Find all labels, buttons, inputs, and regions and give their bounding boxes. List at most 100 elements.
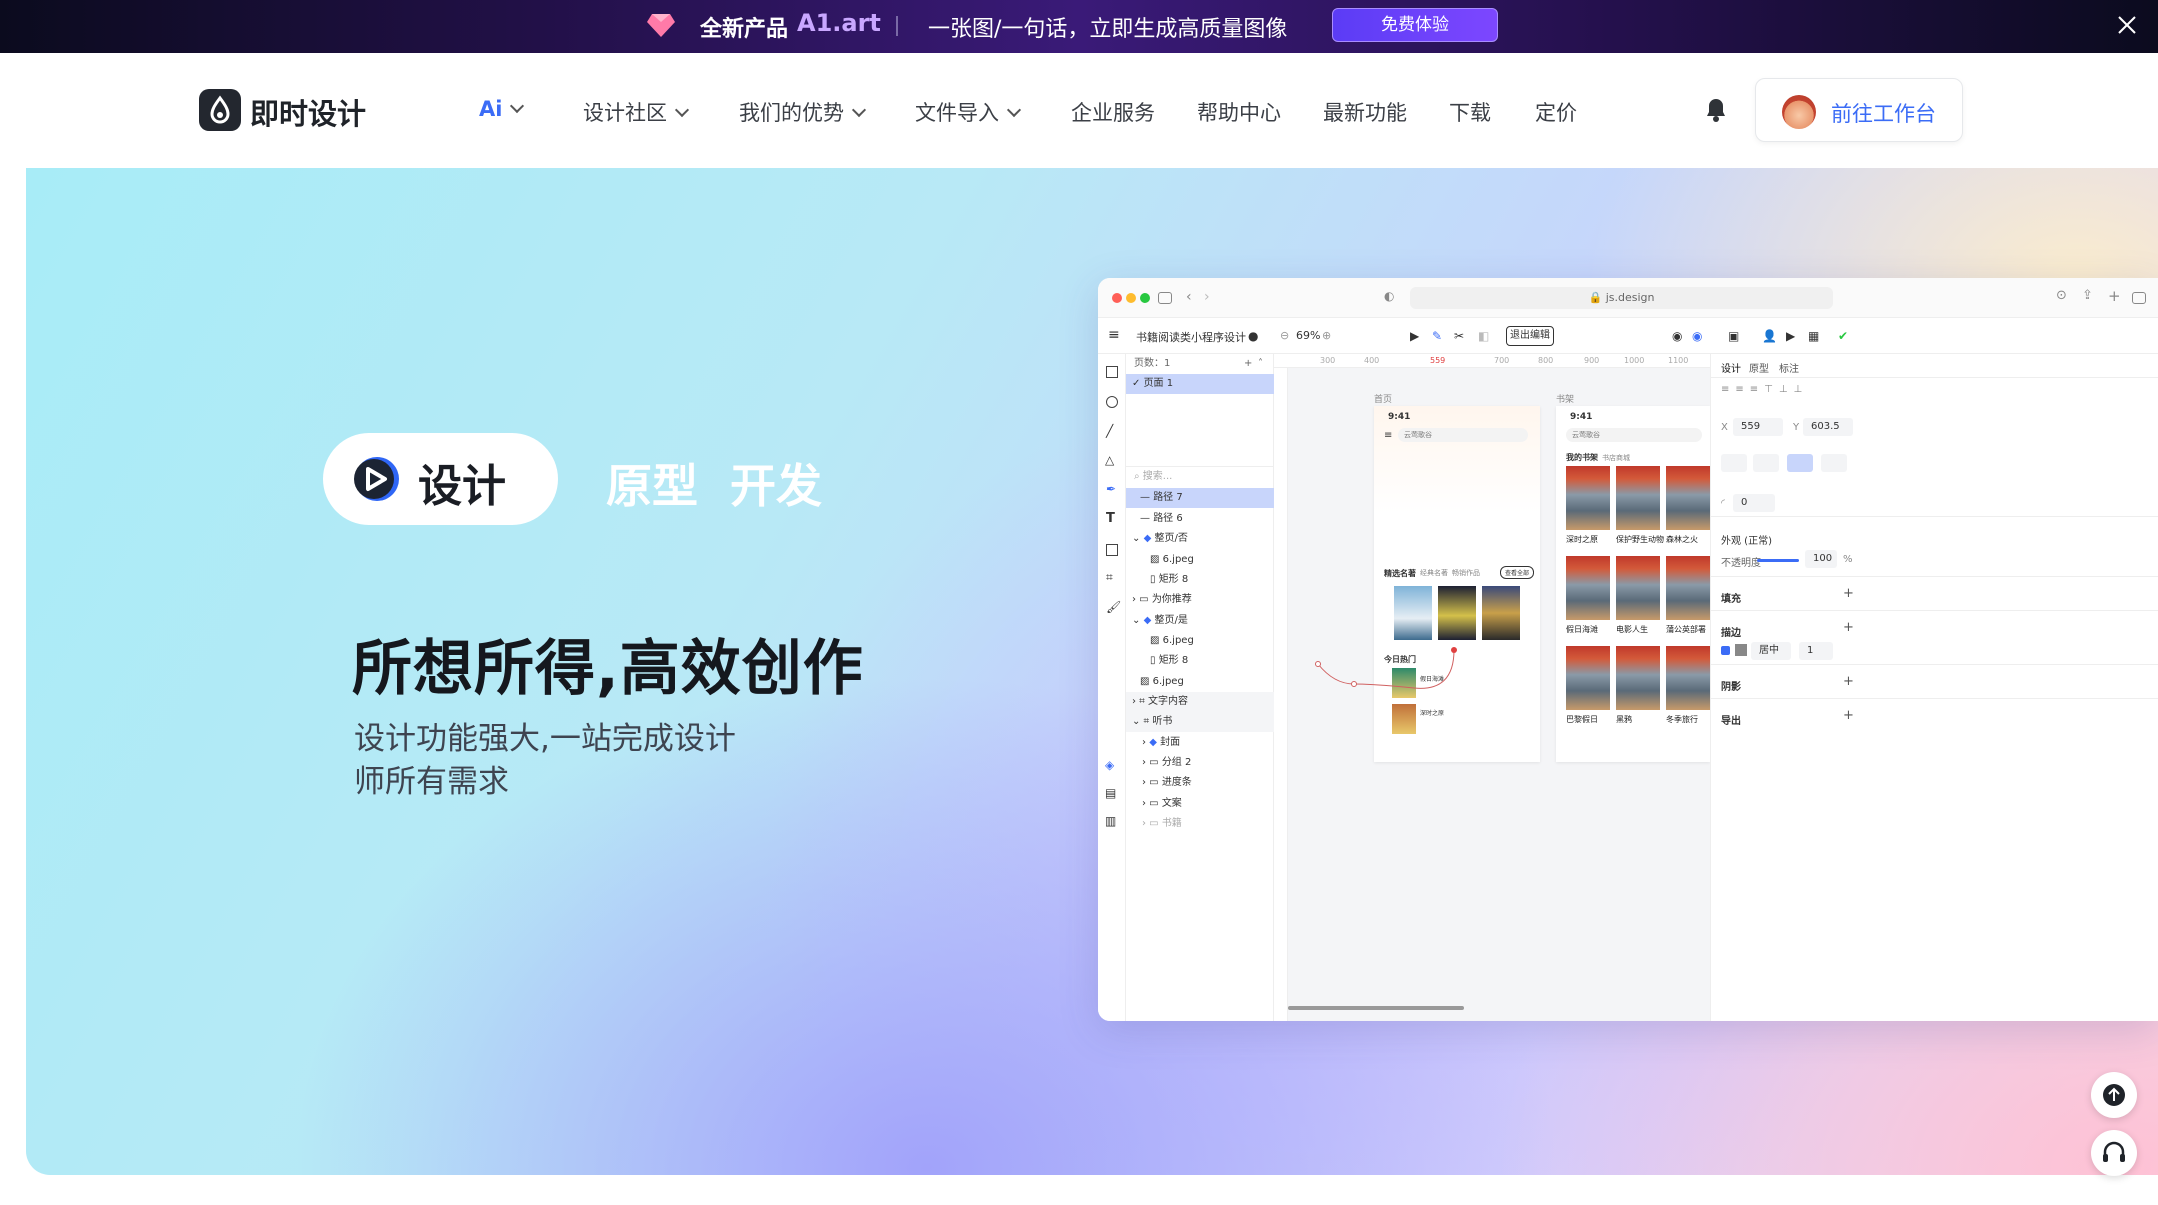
pen-tool-icon: ✒ xyxy=(1106,482,1117,496)
play-icon: ▶ xyxy=(1786,329,1796,343)
opacity-slider xyxy=(1757,559,1799,562)
layer-row: — 路径 6 xyxy=(1140,513,1183,524)
shelf-book xyxy=(1666,556,1710,620)
opacity-unit: % xyxy=(1843,554,1853,565)
bell-icon[interactable] xyxy=(1705,97,1727,123)
nav-item-help[interactable]: 帮助中心 xyxy=(1197,97,1281,127)
tab-develop[interactable]: 开发 xyxy=(730,450,822,516)
layer-row: › ▭ 文案 xyxy=(1142,798,1182,809)
layer-row: › ▭ 为你推荐 xyxy=(1132,594,1192,605)
ruler-tick: 400 xyxy=(1364,356,1380,365)
book-title: 电影人生 xyxy=(1616,625,1648,634)
hero-subtitle: 设计功能强大,一站完成设计师所有需求 xyxy=(354,721,736,800)
tab-annotation: 标注 xyxy=(1779,364,1799,375)
layer-row: ⌄ ◆ 整页/是 xyxy=(1132,615,1188,626)
chevron-down-icon: ⌄ xyxy=(1222,329,1232,342)
appearance-label: 外观 (正常) xyxy=(1721,536,1772,547)
share-icon: ⇪ xyxy=(2082,288,2093,303)
pen-icon: ✎ xyxy=(1432,329,1443,343)
layer-name: 矩形 8 xyxy=(1158,574,1189,585)
book-cover xyxy=(1482,586,1520,640)
minimize-dot xyxy=(1126,293,1136,303)
design-canvas: 300 400 559 700 800 900 1000 1100 首页 9:4… xyxy=(1274,354,1710,1021)
layer-row: ⌄ ◆ 整页/否 xyxy=(1132,533,1188,544)
tab-prototype: 原型 xyxy=(1749,364,1769,375)
promo-divider xyxy=(896,16,898,36)
layer-row: › ⌗ 文字内容 xyxy=(1126,692,1274,712)
nav-item-pricing[interactable]: 定价 xyxy=(1535,97,1577,127)
layer-name: 进度条 xyxy=(1161,777,1192,788)
search-value: 云莺歌谷 xyxy=(1572,431,1600,439)
layer-row: ▯ 矩形 8 xyxy=(1150,574,1189,585)
layer-row: › ▭ 分组 2 xyxy=(1142,757,1192,768)
book-title: 深时之原 xyxy=(1566,535,1598,544)
tab-design: 设计 xyxy=(1721,364,1741,375)
line-tool-icon: ╱ xyxy=(1106,424,1114,438)
x-label: X xyxy=(1721,422,1728,433)
zoom-level: 69% xyxy=(1296,329,1321,342)
frame-label: 首页 xyxy=(1374,395,1393,405)
nav-item-design-community[interactable]: 设计社区 xyxy=(583,97,690,127)
book-title: 假日海滩 xyxy=(1566,625,1598,634)
play-logo-icon xyxy=(354,457,399,501)
pages-label: 页数：1 xyxy=(1134,358,1171,369)
chevron-down-icon xyxy=(1006,102,1022,118)
avatar xyxy=(1782,95,1816,129)
layer-row: ▨ 6.jpeg xyxy=(1150,554,1194,565)
props-tabs: 设计 原型 标注 xyxy=(1711,354,2158,378)
shelf-tab: 我的书架 xyxy=(1566,453,1598,462)
hero-headline: 所想所得,高效创作 xyxy=(352,634,864,704)
new-tab-icon: + xyxy=(2108,287,2121,305)
corner-option-selected xyxy=(1787,454,1813,472)
promo-brand[interactable]: A1.art xyxy=(797,9,881,37)
polygon-tool-icon: △ xyxy=(1105,453,1115,467)
nav-item-new-features[interactable]: 最新功能 xyxy=(1323,97,1407,127)
nav-item-ai[interactable]: Ai xyxy=(479,97,525,121)
free-trial-button[interactable]: 免费体验 xyxy=(1332,8,1498,42)
download-icon: ⊙ xyxy=(2056,288,2067,303)
zoom-in-icon: ⊕ xyxy=(1322,329,1332,342)
frame-bookshelf: 9:41 云莺歌谷 我的书架 书店商城 深时之原 保护野生动物 森林之火 假日海… xyxy=(1556,406,1710,762)
view-all-button: 查看全部 xyxy=(1500,566,1535,579)
promo-tagline: 一张图/一句话，立即生成高质量图像 xyxy=(928,17,1288,42)
opacity-field: 100 xyxy=(1805,550,1837,568)
back-icon: ‹ xyxy=(1186,289,1192,305)
tab-design[interactable]: 设计 xyxy=(323,433,558,525)
ruler-tick: 800 xyxy=(1538,356,1554,365)
browser-titlebar: ‹ › ◐ 🔒 js.design ⊙ ⇪ + xyxy=(1098,278,2158,318)
shadow-label: 阴影 xyxy=(1721,682,1741,693)
properties-panel: 设计 原型 标注 ≡≡≡⊤⊥⊥ X 559 Y 603.5 ◜ 0 外观 (正常… xyxy=(1710,354,2158,1021)
nav-item-label: Ai xyxy=(479,97,503,121)
workspace-button-label: 前往工作台 xyxy=(1831,102,1936,126)
section-tab: 经典名著 xyxy=(1420,569,1448,577)
search-input: 云莺歌谷 xyxy=(1398,428,1528,442)
stroke-width-field: 1 xyxy=(1799,642,1833,660)
close-icon[interactable] xyxy=(2114,12,2140,38)
corner-option xyxy=(1753,454,1779,472)
add-export-icon: + xyxy=(1843,708,1854,723)
chevron-down-icon xyxy=(674,102,690,118)
nav-item-advantages[interactable]: 我们的优势 xyxy=(739,97,867,127)
radius-icon: ◜ xyxy=(1721,498,1725,509)
add-shadow-icon: + xyxy=(1843,674,1854,689)
nav-item-enterprise[interactable]: 企业服务 xyxy=(1071,97,1155,127)
nav-item-label: 文件导入 xyxy=(915,101,999,125)
ellipse-tool-icon xyxy=(1106,396,1118,408)
nav-item-file-import[interactable]: 文件导入 xyxy=(915,97,1022,127)
go-to-workspace-button[interactable]: 前往工作台 xyxy=(1755,78,1963,142)
top-nav: 即时设计 Ai 设计社区 我们的优势 文件导入 企业服务 帮助中心 最新功能 下… xyxy=(0,53,2158,168)
nav-item-download[interactable]: 下载 xyxy=(1449,97,1491,127)
ruler-tick: 300 xyxy=(1320,356,1336,365)
customer-service-button[interactable] xyxy=(2091,1130,2137,1176)
logo-icon[interactable] xyxy=(199,89,241,131)
layer-name: 听书 xyxy=(1152,716,1173,727)
layer-row: ⌄ ⌗ 听书 xyxy=(1126,712,1274,732)
layer-row: ▯ 矩形 8 xyxy=(1150,655,1189,666)
library-icon: ▣ xyxy=(1728,329,1740,343)
boolean-icon: ◧ xyxy=(1478,329,1490,343)
status-time: 9:41 xyxy=(1570,412,1593,422)
logo-text[interactable]: 即时设计 xyxy=(250,91,366,133)
scroll-to-top-button[interactable] xyxy=(2091,1072,2137,1118)
tab-prototype[interactable]: 原型 xyxy=(606,450,698,516)
close-dot xyxy=(1112,293,1122,303)
